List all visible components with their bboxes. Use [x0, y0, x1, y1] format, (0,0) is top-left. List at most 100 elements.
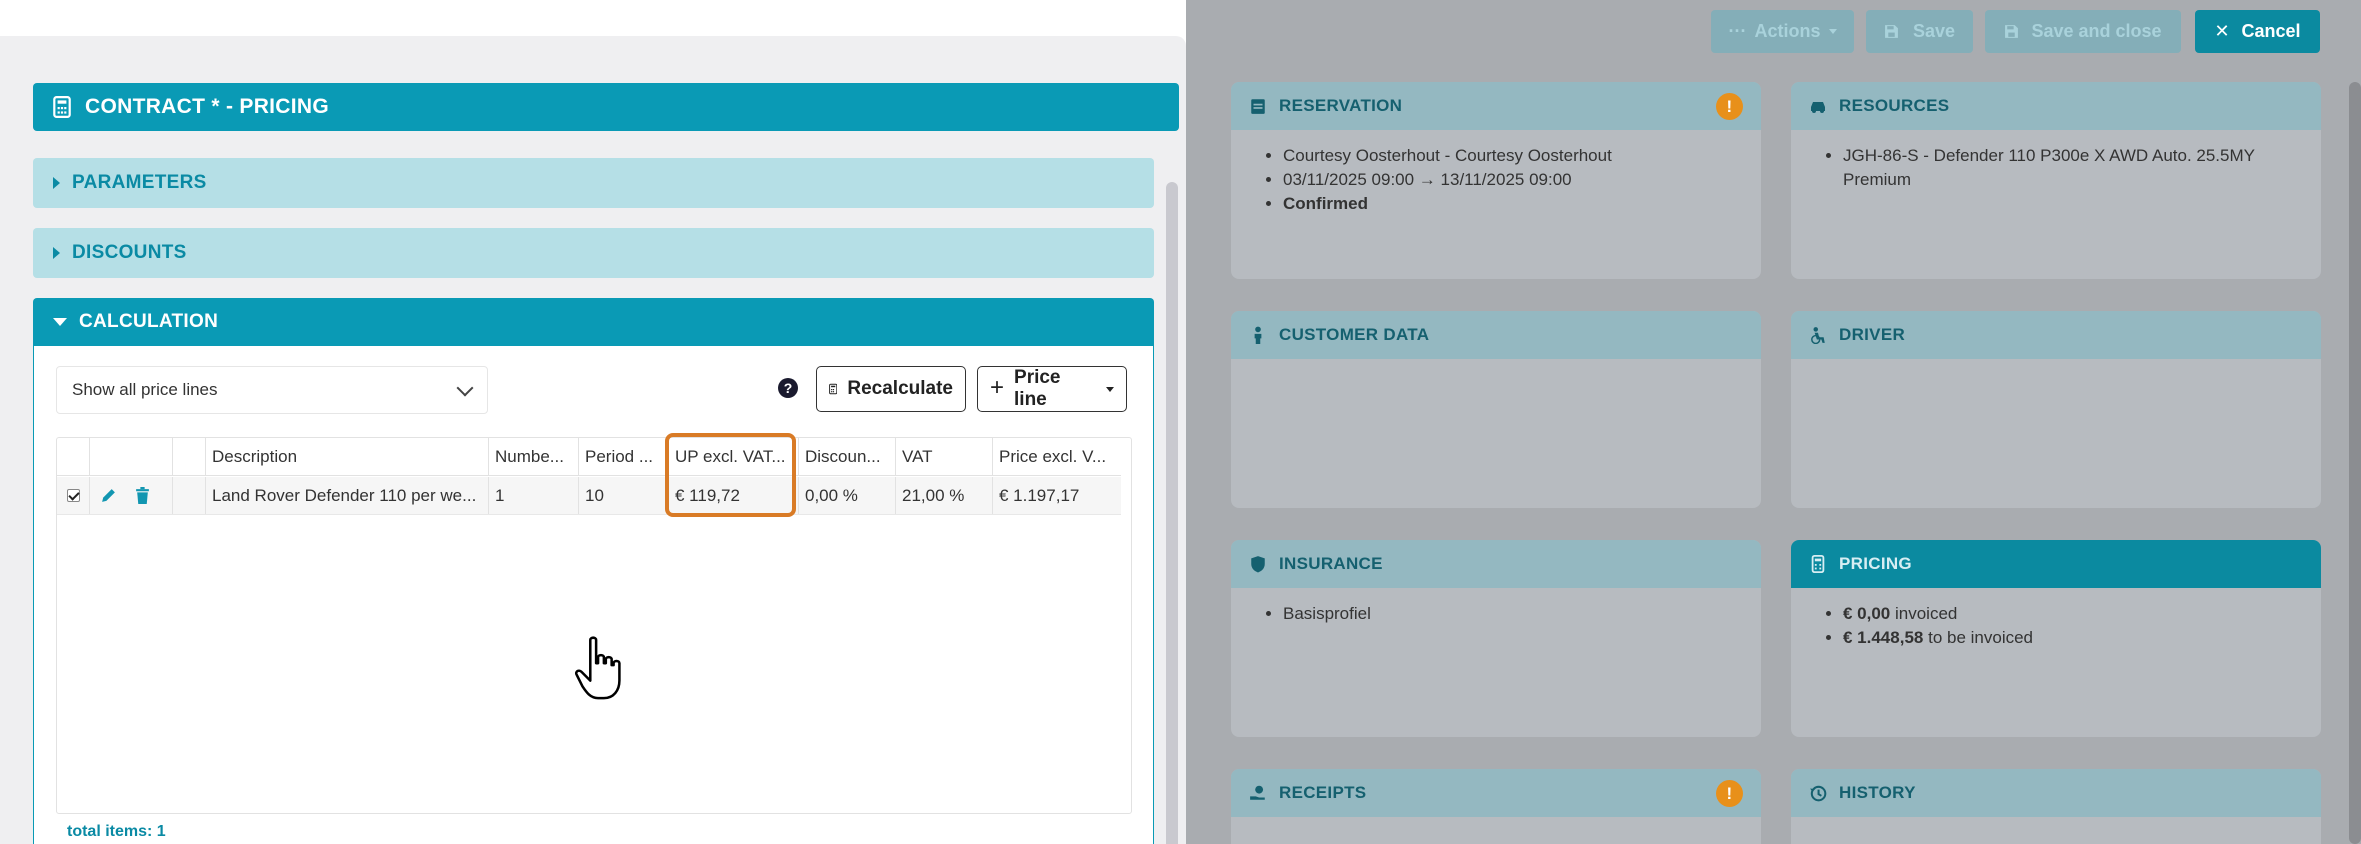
caret-down-icon: [1106, 386, 1114, 392]
price-lines-filter-select[interactable]: Show all price lines: [56, 366, 488, 414]
cancel-button[interactable]: ✕ Cancel: [2195, 10, 2320, 53]
recalculate-label: Recalculate: [847, 378, 953, 399]
discounts-section-header[interactable]: DISCOUNTS: [33, 228, 1154, 278]
row-extra-cell: [173, 477, 206, 514]
cell-number: 1: [489, 477, 579, 514]
warning-icon: !: [1716, 780, 1743, 807]
save-and-close-button[interactable]: Save and close: [1985, 10, 2181, 53]
pricing-panel: CONTRACT * - PRICING PARAMETERS DISCOUNT…: [0, 36, 1186, 844]
resources-card[interactable]: RESOURCES JGH-86-S - Defender 110 P300e …: [1791, 82, 2321, 279]
to-invoice-amount: € 1.448,58: [1843, 628, 1924, 647]
floppy-disk-icon: [2005, 25, 2019, 38]
floppy-disk-icon: [1885, 25, 1898, 38]
help-symbol: ?: [783, 380, 793, 396]
plus-icon: +: [990, 374, 1005, 401]
page-title-text: CONTRACT * - PRICING: [85, 95, 329, 118]
close-icon: ✕: [2214, 21, 2230, 41]
warning-icon: !: [1716, 93, 1743, 120]
resources-list: JGH-86-S - Defender 110 P300e X AWD Auto…: [1791, 130, 2321, 192]
calendar-icon: [1251, 99, 1265, 114]
receipts-title: RECEIPTS: [1279, 783, 1367, 802]
insurance-card[interactable]: INSURANCE Basisprofiel: [1231, 540, 1761, 737]
hand-pointer-icon: [574, 636, 621, 700]
insurance-item: Basisprofiel: [1283, 602, 1761, 626]
pencil-icon[interactable]: [100, 487, 117, 504]
add-price-line-button[interactable]: + Price line: [977, 366, 1127, 412]
driver-icon: [1811, 327, 1825, 344]
header-discount[interactable]: Discoun...: [799, 438, 896, 475]
receipts-card-header: RECEIPTS !: [1231, 769, 1761, 817]
caret-right-icon: [53, 247, 60, 259]
warning-symbol: !: [1726, 783, 1733, 803]
page-title: CONTRACT * - PRICING: [33, 83, 1179, 131]
calculator-icon: [1811, 555, 1825, 573]
pricing-card[interactable]: PRICING € 0,00 invoiced € 1.448,58 to be…: [1791, 540, 2321, 737]
header-vat[interactable]: VAT: [896, 438, 993, 475]
row-select-cell[interactable]: [57, 477, 90, 514]
parameters-section-header[interactable]: PARAMETERS: [33, 158, 1154, 208]
shield-icon: [1251, 556, 1265, 573]
warning-symbol: !: [1726, 96, 1733, 116]
filter-selected-value: Show all price lines: [72, 380, 218, 399]
driver-card-header: DRIVER: [1791, 311, 2321, 359]
header-description[interactable]: Description: [206, 438, 489, 475]
price-line-label: Price line: [1014, 367, 1061, 410]
cell-price-excl-vat: € 1.197,17: [999, 485, 1080, 505]
total-items-text: total items: 1: [67, 823, 166, 840]
header-price-excl-vat[interactable]: Price excl. V...: [993, 438, 1121, 475]
cancel-label: Cancel: [2241, 21, 2301, 41]
ellipsis-icon: ···: [1728, 21, 1747, 41]
parameters-label: PARAMETERS: [72, 172, 207, 193]
caret-right-icon: [53, 177, 60, 189]
pricing-title: PRICING: [1839, 554, 1912, 573]
trash-icon[interactable]: [135, 487, 150, 504]
help-icon[interactable]: ?: [778, 378, 798, 398]
calculator-icon: [53, 96, 71, 118]
calculator-icon: [829, 383, 838, 395]
resources-card-header: RESOURCES: [1791, 82, 2321, 130]
table-row[interactable]: Land Rover Defender 110 per we... 1 10 €…: [57, 477, 1121, 515]
history-card[interactable]: HISTORY: [1791, 769, 2321, 844]
chevron-down-icon: [456, 379, 474, 397]
calculation-section-header[interactable]: CALCULATION: [33, 298, 1154, 346]
history-card-header: HISTORY: [1791, 769, 2321, 817]
reservation-status: Confirmed: [1283, 192, 1761, 216]
customer-data-title: CUSTOMER DATA: [1279, 325, 1430, 344]
receipts-card[interactable]: RECEIPTS !: [1231, 769, 1761, 844]
caret-down-icon: [53, 318, 67, 326]
discounts-label: DISCOUNTS: [72, 242, 187, 263]
calculation-label: CALCULATION: [79, 311, 219, 332]
customer-data-card-header: CUSTOMER DATA: [1231, 311, 1761, 359]
header-period[interactable]: Period ...: [579, 438, 669, 475]
cell-discount: 0,00 %: [799, 477, 896, 514]
insurance-list: Basisprofiel: [1231, 588, 1761, 626]
invoiced-amount: € 0,00: [1843, 604, 1891, 623]
recalculate-button[interactable]: Recalculate: [816, 366, 966, 412]
reservation-location: Courtesy Oosterhout - Courtesy Oosterhou…: [1283, 144, 1761, 168]
invoiced-label: invoiced: [1895, 604, 1958, 623]
pricing-list: € 0,00 invoiced € 1.448,58 to be invoice…: [1791, 588, 2321, 650]
reservation-list: Courtesy Oosterhout - Courtesy Oosterhou…: [1231, 130, 1761, 216]
insurance-title: INSURANCE: [1279, 554, 1383, 573]
resource-item: JGH-86-S - Defender 110 P300e X AWD Auto…: [1843, 144, 2321, 192]
row-actions-cell: [90, 477, 173, 514]
history-icon: [1810, 785, 1827, 802]
driver-card[interactable]: DRIVER: [1791, 311, 2321, 508]
left-scrollbar[interactable]: [1166, 182, 1178, 844]
reservation-card-header: RESERVATION !: [1231, 82, 1761, 130]
header-number[interactable]: Numbe...: [489, 438, 579, 475]
save-label: Save: [1912, 21, 1956, 41]
highlight-box: [665, 433, 796, 517]
actions-button[interactable]: ··· Actions: [1711, 10, 1854, 53]
right-scrollbar[interactable]: [2349, 82, 2361, 844]
save-button[interactable]: Save: [1866, 10, 1973, 53]
reservation-card[interactable]: RESERVATION ! Courtesy Oosterhout - Cour…: [1231, 82, 1761, 279]
to-invoice-item: € 1.448,58 to be invoiced: [1843, 626, 2321, 650]
row-checkbox[interactable]: [66, 489, 80, 502]
customer-data-card[interactable]: CUSTOMER DATA: [1231, 311, 1761, 508]
to-invoice-label: to be invoiced: [1928, 628, 2033, 647]
reservation-period: 03/11/2025 09:00 → 13/11/2025 09:00: [1283, 168, 1761, 192]
driver-title: DRIVER: [1839, 325, 1906, 344]
person-icon: [1254, 326, 1262, 344]
table-header-row: Description Numbe... Period ... UP excl.…: [57, 438, 1121, 476]
